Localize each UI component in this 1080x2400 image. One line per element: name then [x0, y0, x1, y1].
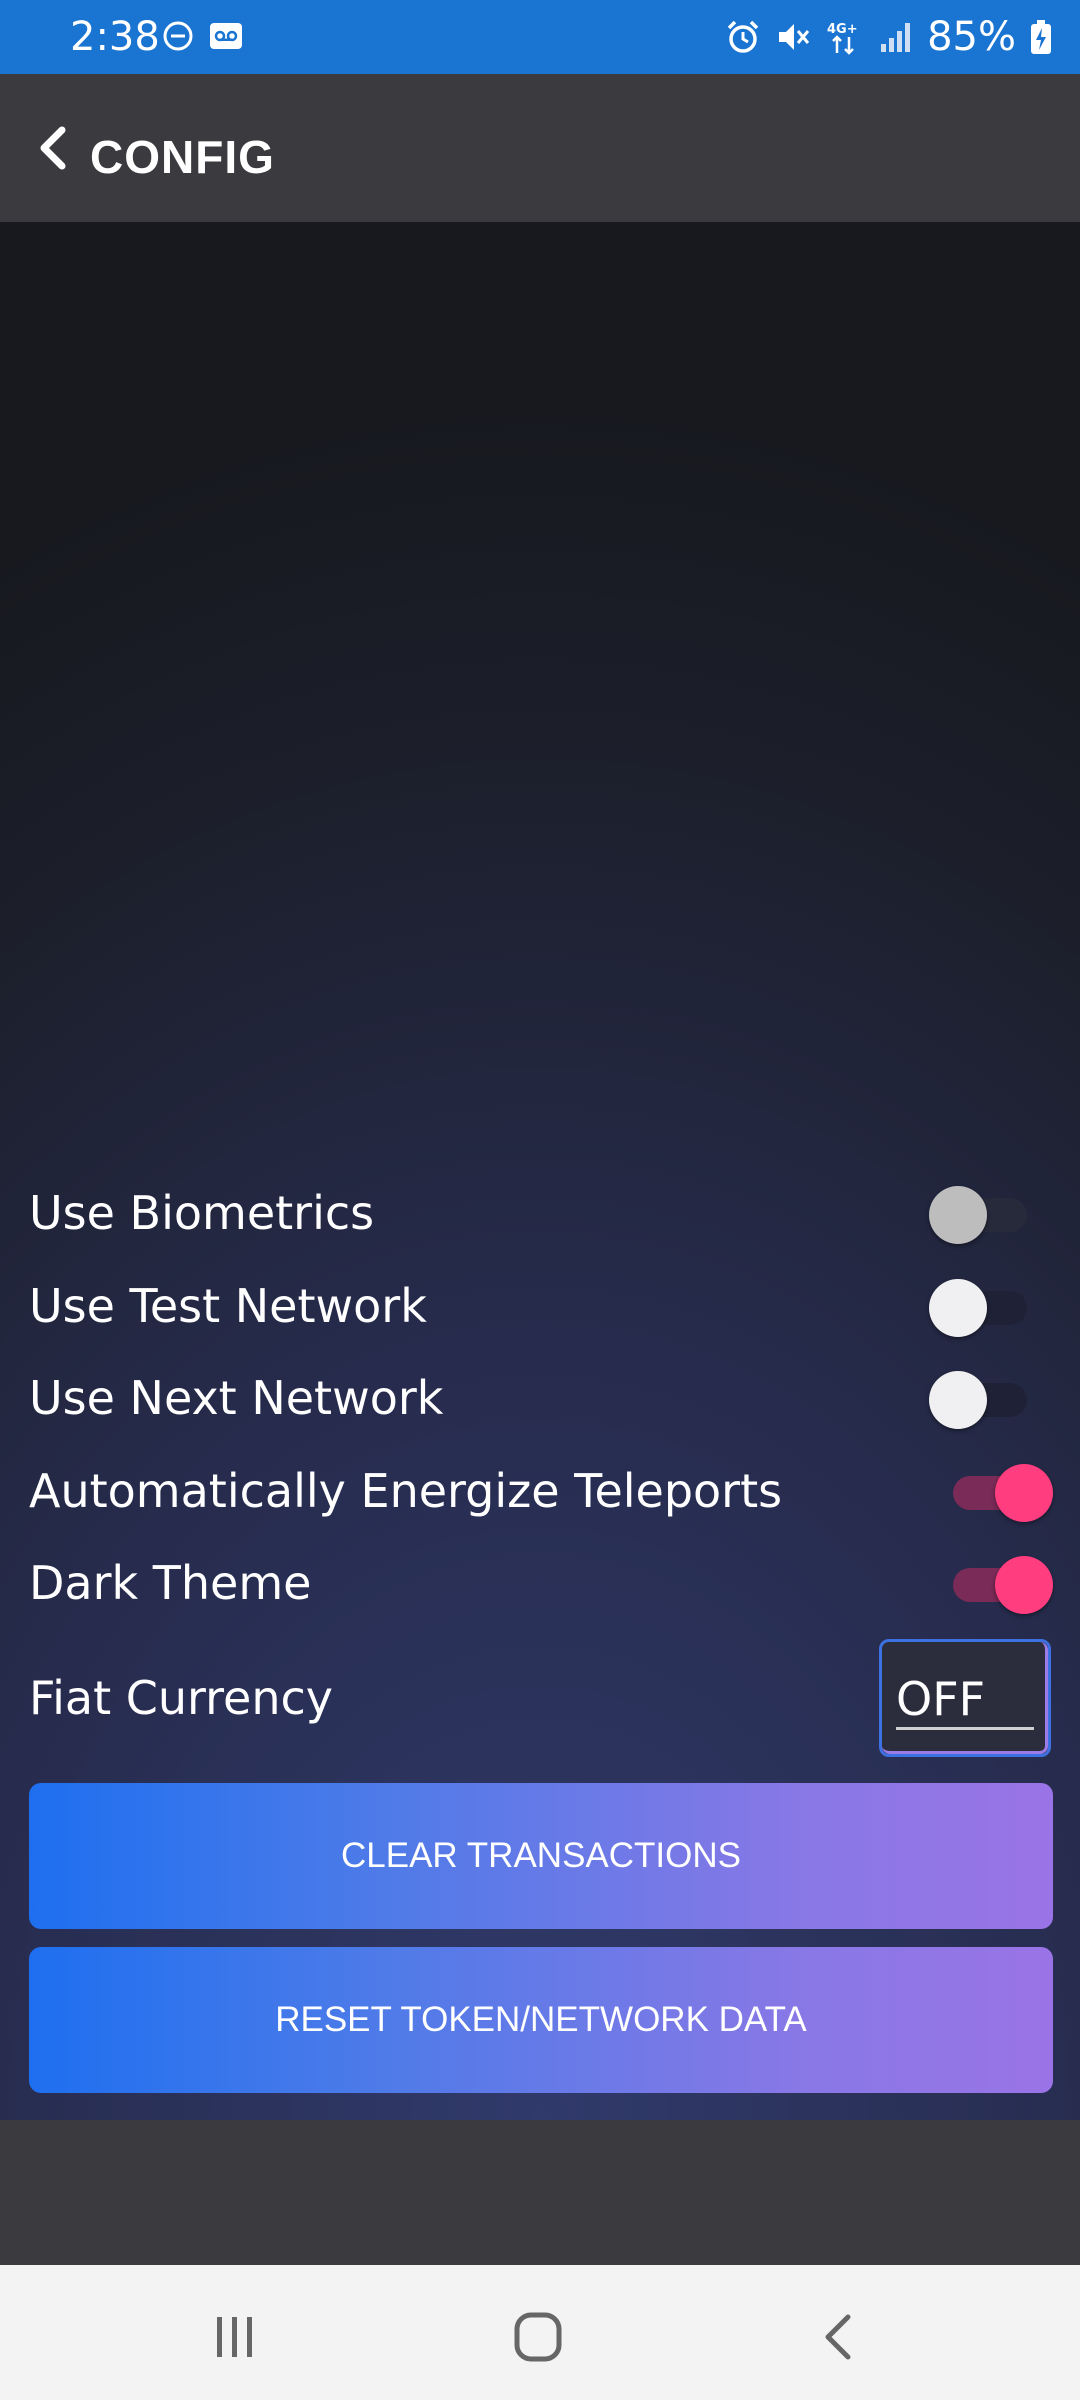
- alarm-icon: [727, 20, 759, 53]
- setting-label: Fiat Currency: [29, 1671, 333, 1725]
- battery-charging-icon: [1031, 20, 1051, 54]
- voicemail-icon: [210, 23, 242, 49]
- biometrics-toggle[interactable]: [929, 1186, 1027, 1244]
- setting-row-biometrics: Use Biometrics: [29, 1170, 1051, 1254]
- test-network-toggle[interactable]: [929, 1279, 1027, 1337]
- system-back-button[interactable]: [800, 2307, 880, 2367]
- page-title: CONFIG: [90, 131, 275, 183]
- system-nav-bar: [0, 2265, 1080, 2400]
- battery-percent: 85%: [927, 14, 1016, 60]
- setting-label: Use Test Network: [29, 1279, 427, 1333]
- setting-row-test-network: Use Test Network: [29, 1263, 1051, 1347]
- status-right-icons: 4G+ 85%: [725, 14, 1052, 60]
- mute-icon: [779, 24, 810, 50]
- setting-label: Dark Theme: [29, 1556, 312, 1610]
- setting-row-next-network: Use Next Network: [29, 1355, 1051, 1439]
- fiat-currency-value: OFF: [896, 1672, 986, 1726]
- app-bar: CONFIG: [0, 74, 1080, 222]
- status-bar: 2:38 4G+ 85%: [0, 0, 1080, 74]
- home-button[interactable]: [498, 2307, 578, 2367]
- status-time: 2:38: [70, 14, 160, 60]
- settings-panel: Use Biometrics Use Test Network Use Next…: [0, 222, 1080, 2120]
- network-4g-icon: 4G+: [827, 22, 858, 55]
- setting-label: Use Biometrics: [29, 1186, 375, 1240]
- reset-token-network-button[interactable]: RESET TOKEN/NETWORK DATA: [29, 1947, 1053, 2093]
- setting-row-energize-teleports: Automatically Energize Teleports: [29, 1448, 1053, 1532]
- recents-button[interactable]: [195, 2307, 275, 2367]
- clear-transactions-button[interactable]: CLEAR TRANSACTIONS: [29, 1783, 1053, 1929]
- do-not-disturb-icon: [163, 21, 193, 51]
- svg-text:4G+: 4G+: [827, 22, 858, 37]
- next-network-toggle[interactable]: [929, 1371, 1027, 1429]
- home-icon: [514, 2312, 562, 2362]
- recents-icon: [217, 2317, 252, 2357]
- chevron-left-icon: [40, 126, 66, 170]
- signal-icon: [881, 23, 911, 52]
- status-left-icons: [162, 20, 244, 52]
- energize-teleports-toggle[interactable]: [953, 1464, 1053, 1522]
- setting-row-fiat-currency: Fiat Currency OFF: [29, 1639, 1051, 1761]
- back-button[interactable]: [24, 116, 88, 180]
- setting-row-dark-theme: Dark Theme: [29, 1540, 1053, 1624]
- setting-label: Use Next Network: [29, 1371, 444, 1425]
- fiat-currency-select[interactable]: OFF: [879, 1639, 1051, 1757]
- bottom-panel: [0, 2120, 1080, 2265]
- setting-label: Automatically Energize Teleports: [29, 1464, 783, 1518]
- back-icon: [825, 2314, 851, 2360]
- dark-theme-toggle[interactable]: [953, 1556, 1053, 1614]
